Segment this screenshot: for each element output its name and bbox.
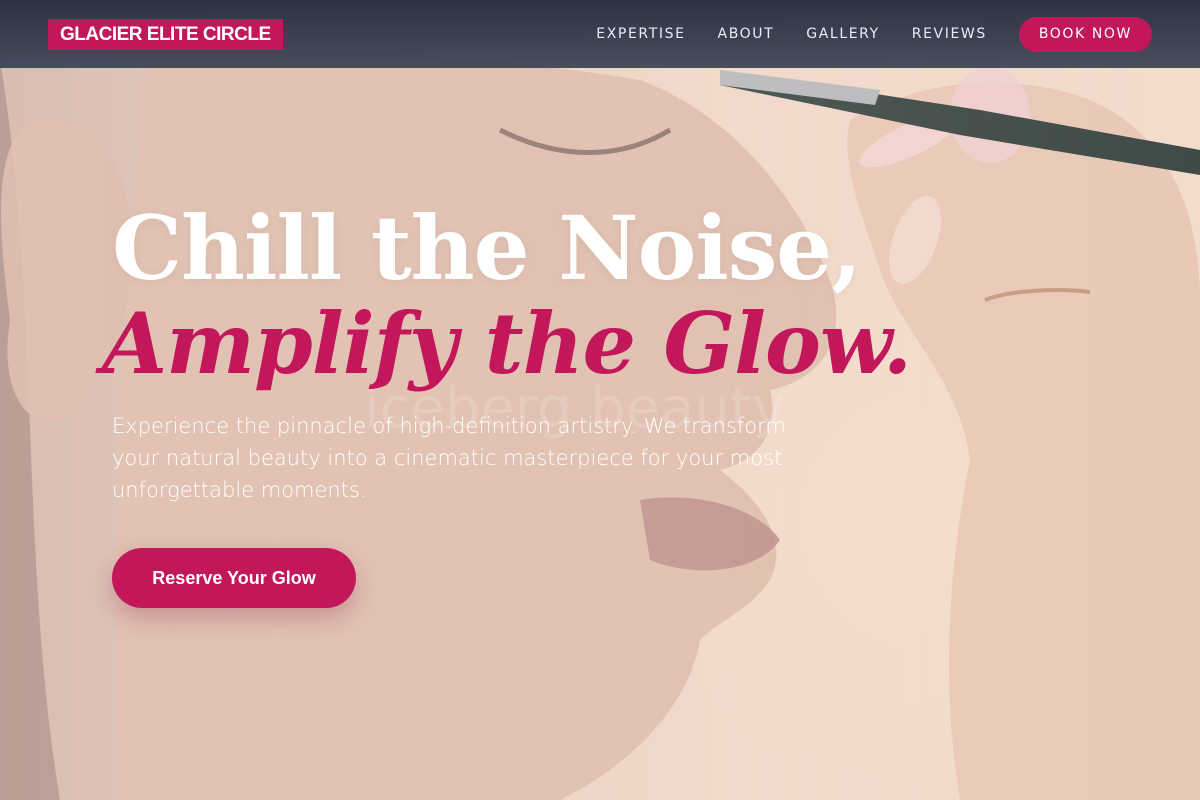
reserve-your-glow-button[interactable]: Reserve Your Glow	[112, 548, 356, 608]
hero-section: Chill the Noise, Amplify the Glow. Exper…	[102, 196, 912, 608]
headline-line-2: Amplify the Glow.	[102, 294, 912, 393]
nav-link-gallery[interactable]: GALLERY	[806, 26, 879, 42]
site-header: GLACIER ELITE CIRCLE EXPERTISE ABOUT GAL…	[0, 0, 1200, 68]
headline-line-1: Chill the Noise,	[112, 196, 862, 300]
book-now-button[interactable]: BOOK NOW	[1018, 16, 1152, 52]
hero-headline: Chill the Noise, Amplify the Glow.	[102, 196, 912, 390]
nav-link-expertise[interactable]: EXPERTISE	[596, 26, 685, 42]
main-nav: EXPERTISE ABOUT GALLERY REVIEWS BOOK NOW	[596, 16, 1152, 52]
brand-logo[interactable]: GLACIER ELITE CIRCLE	[48, 18, 283, 50]
hero-lead-text: Experience the pinnacle of high-definiti…	[112, 414, 786, 502]
nav-link-about[interactable]: ABOUT	[718, 26, 775, 42]
nav-link-reviews[interactable]: REVIEWS	[912, 26, 987, 42]
